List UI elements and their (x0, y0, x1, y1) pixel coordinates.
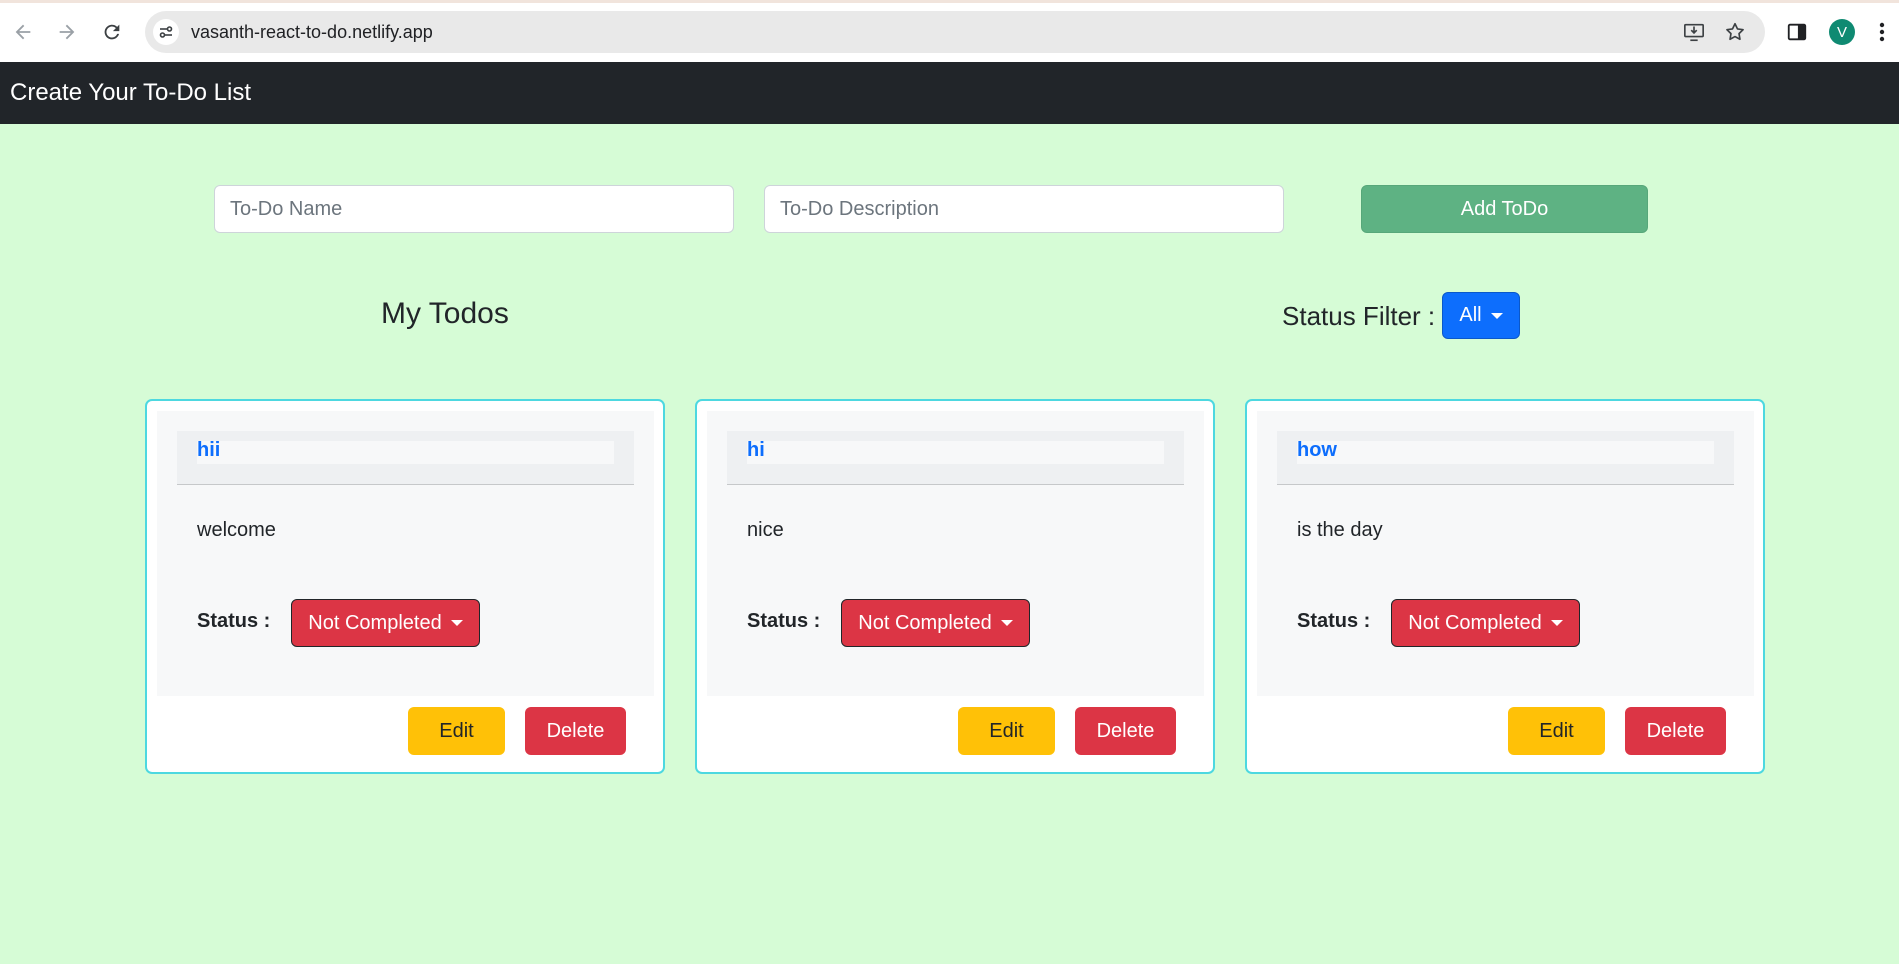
reload-button[interactable] (96, 16, 128, 48)
todo-status-dropdown[interactable]: Not Completed (1391, 599, 1580, 647)
status-filter-label: Status Filter : (1282, 301, 1436, 331)
status-filter-dropdown[interactable]: All (1442, 292, 1520, 339)
todo-card-body: how is the day Status : Not Completed (1257, 411, 1754, 696)
todo-status-label: Status : (197, 610, 271, 632)
bookmark-button[interactable] (1723, 20, 1747, 44)
todo-cards-row: hii welcome Status : Not Completed Edit … (145, 399, 1765, 774)
my-todos-heading: My Todos (381, 297, 509, 330)
forward-arrow-icon (59, 24, 75, 40)
todo-status-dropdown[interactable]: Not Completed (841, 599, 1030, 647)
todo-status-value: Not Completed (308, 611, 442, 634)
todo-name: hi (747, 439, 765, 461)
todo-status-dropdown[interactable]: Not Completed (291, 599, 480, 647)
delete-button[interactable]: Delete (525, 707, 626, 755)
forward-button[interactable] (51, 16, 83, 48)
site-info-icon (159, 26, 173, 38)
edit-button[interactable]: Edit (408, 707, 505, 755)
todo-name-bar (1297, 441, 1714, 464)
todo-status-label: Status : (1297, 610, 1371, 632)
todo-description-input[interactable] (764, 185, 1284, 233)
reload-icon (104, 24, 120, 40)
app-navbar: Create Your To-Do List (0, 62, 1899, 124)
todo-description: welcome (197, 519, 276, 541)
todo-name-bar (197, 441, 614, 464)
todo-status-value: Not Completed (858, 611, 992, 634)
delete-button[interactable]: Delete (1075, 707, 1176, 755)
tab-strip (0, 0, 1899, 3)
address-bar[interactable]: vasanth-react-to-do.netlify.app (145, 11, 1765, 53)
todo-status-label: Status : (747, 610, 821, 632)
todo-description: nice (747, 519, 784, 541)
install-app-icon (1684, 23, 1704, 42)
back-arrow-icon (15, 24, 31, 40)
todo-name-input[interactable] (214, 185, 734, 233)
more-menu-button[interactable] (1872, 18, 1892, 46)
install-app-button[interactable] (1682, 20, 1706, 44)
todo-status-value: Not Completed (1408, 611, 1542, 634)
todo-card: hi nice Status : Not Completed Edit Dele… (695, 399, 1215, 774)
todo-card-header: how (1277, 431, 1734, 485)
todo-card-body: hi nice Status : Not Completed (707, 411, 1204, 696)
edit-button[interactable]: Edit (1508, 707, 1605, 755)
back-button[interactable] (7, 16, 39, 48)
edit-button[interactable]: Edit (958, 707, 1055, 755)
caret-down-icon (1490, 312, 1503, 319)
bookmark-star-icon (1726, 22, 1744, 41)
todo-description: is the day (1297, 519, 1383, 541)
side-panel-icon (1787, 23, 1807, 41)
caret-down-icon (1550, 620, 1563, 626)
add-todo-button-label: Add ToDo (1460, 197, 1549, 220)
add-todo-button[interactable]: Add ToDo (1361, 185, 1648, 233)
status-filter-value: All (1459, 304, 1482, 326)
main-content: Add ToDo My Todos Status Filter : All hi… (0, 124, 1899, 964)
caret-down-icon (1000, 620, 1013, 626)
site-info-button[interactable] (153, 19, 179, 45)
url-text[interactable]: vasanth-react-to-do.netlify.app (191, 22, 433, 43)
caret-down-icon (450, 620, 463, 626)
todo-card-header: hi (727, 431, 1184, 485)
browser-toolbar: vasanth-react-to-do.netlify.app V (0, 0, 1899, 62)
todo-card: hii welcome Status : Not Completed Edit … (145, 399, 665, 774)
todo-name: hii (197, 439, 221, 461)
todo-card: how is the day Status : Not Completed Ed… (1245, 399, 1765, 774)
side-panel-button[interactable] (1783, 18, 1811, 46)
todo-name-bar (747, 441, 1164, 464)
profile-avatar[interactable]: V (1829, 19, 1855, 45)
todo-card-header: hii (177, 431, 634, 485)
todo-name: how (1297, 439, 1337, 461)
app-title: Create Your To-Do List (10, 79, 252, 106)
delete-button[interactable]: Delete (1625, 707, 1726, 755)
todo-card-body: hii welcome Status : Not Completed (157, 411, 654, 696)
more-menu-icon (1879, 22, 1885, 42)
